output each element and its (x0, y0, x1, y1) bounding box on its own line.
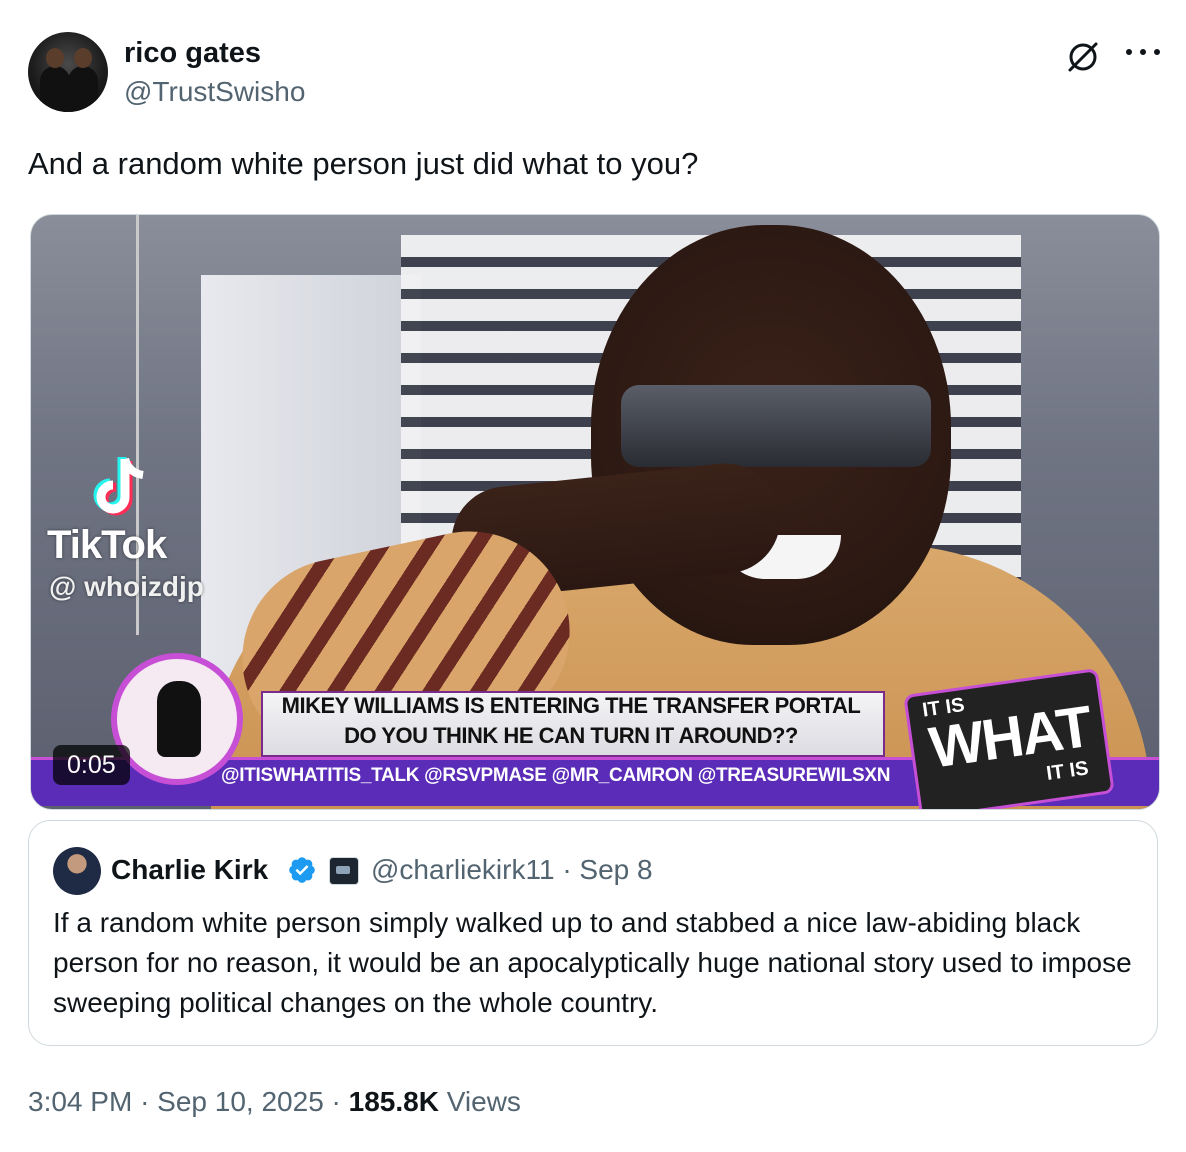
author-avatar[interactable] (28, 32, 108, 112)
ticker-social-handles: @ITISWHATITIS_TALK @RSVPMASE @MR_CAMRON … (221, 765, 891, 786)
tiktok-brand: TikTok (47, 523, 167, 567)
ticker-headline-1: MIKEY WILLIAMS IS ENTERING THE TRANSFER … (281, 693, 861, 718)
more-icon[interactable] (1126, 38, 1160, 66)
affiliate-badge-icon[interactable] (329, 857, 359, 885)
verified-badge-icon (289, 857, 315, 883)
tweet-metadata: 3:04 PM · Sep 10, 2025 · 185.8K Views (28, 1086, 521, 1117)
quoted-author-name[interactable]: Charlie Kirk (111, 853, 268, 887)
ticker-headline-2: DO YOU THINK HE CAN TURN IT AROUND?? (344, 723, 798, 748)
quoted-tweet[interactable]: Charlie Kirk @charliekirk11 · Sep 8 If a… (28, 820, 1158, 1046)
video-player[interactable]: TikTok @ whoizdjp MIKEY WILLIAMS IS ENTE… (30, 214, 1160, 810)
views-label: Views (446, 1086, 521, 1117)
tweet-text: And a random white person just did what … (28, 146, 699, 181)
quoted-tweet-text: If a random white person simply walked u… (53, 907, 1132, 1018)
video-duration: 0:05 (53, 745, 130, 785)
author-name[interactable]: rico gates (124, 36, 261, 70)
tweet-time[interactable]: 3:04 PM (28, 1086, 132, 1117)
author-handle[interactable]: @TrustSwisho (124, 76, 305, 108)
tweet: rico gates @TrustSwisho And a random whi… (0, 0, 1186, 1152)
show-logo-icon (111, 653, 243, 785)
tiktok-handle: @ whoizdjp (49, 571, 204, 602)
quoted-date[interactable]: · Sep 8 (562, 854, 652, 885)
quoted-author-avatar[interactable] (53, 847, 101, 895)
tweet-date[interactable]: Sep 10, 2025 (157, 1086, 324, 1117)
grok-icon[interactable] (1066, 40, 1100, 74)
views-count: 185.8K (348, 1086, 439, 1117)
tiktok-logo-icon (93, 457, 144, 516)
quoted-author-handle[interactable]: @charliekirk11 (371, 854, 555, 885)
